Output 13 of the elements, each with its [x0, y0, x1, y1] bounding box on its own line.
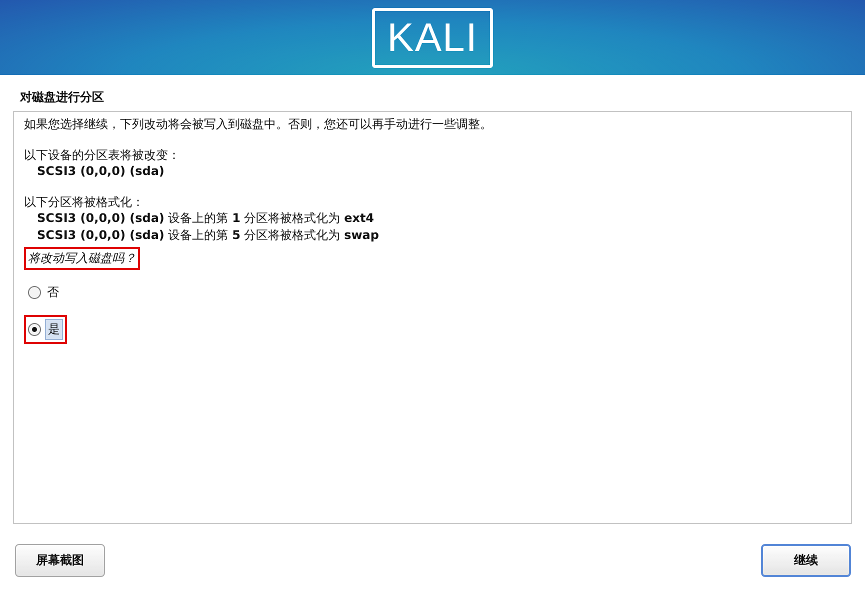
logo: KALI: [372, 8, 493, 68]
device-name: SCSI3 (0,0,0) (sda): [36, 163, 166, 180]
intro-text: 如果您选择继续，下列改动将会被写入到磁盘中。否则，您还可以再手动进行一些调整。: [24, 116, 493, 133]
partition-line: SCSI3 (0,0,0) (sda) 设备上的第 1 分区将被格式化为 ext4: [36, 210, 376, 227]
screenshot-button[interactable]: 屏幕截图: [15, 544, 105, 577]
page-title: 对磁盘进行分区: [18, 89, 105, 106]
continue-button[interactable]: 继续: [761, 544, 851, 577]
question-text: 将改动写入磁盘吗？: [24, 247, 140, 270]
radio-option[interactable]: 是: [24, 315, 67, 344]
section-heading: 以下设备的分区表将被改变：: [24, 147, 181, 163]
partition-line: SCSI3 (0,0,0) (sda) 设备上的第 5 分区将被格式化为 swap: [36, 227, 380, 244]
section-heading: 以下分区将被格式化：: [24, 194, 145, 210]
radio-option[interactable]: 否: [24, 279, 65, 306]
